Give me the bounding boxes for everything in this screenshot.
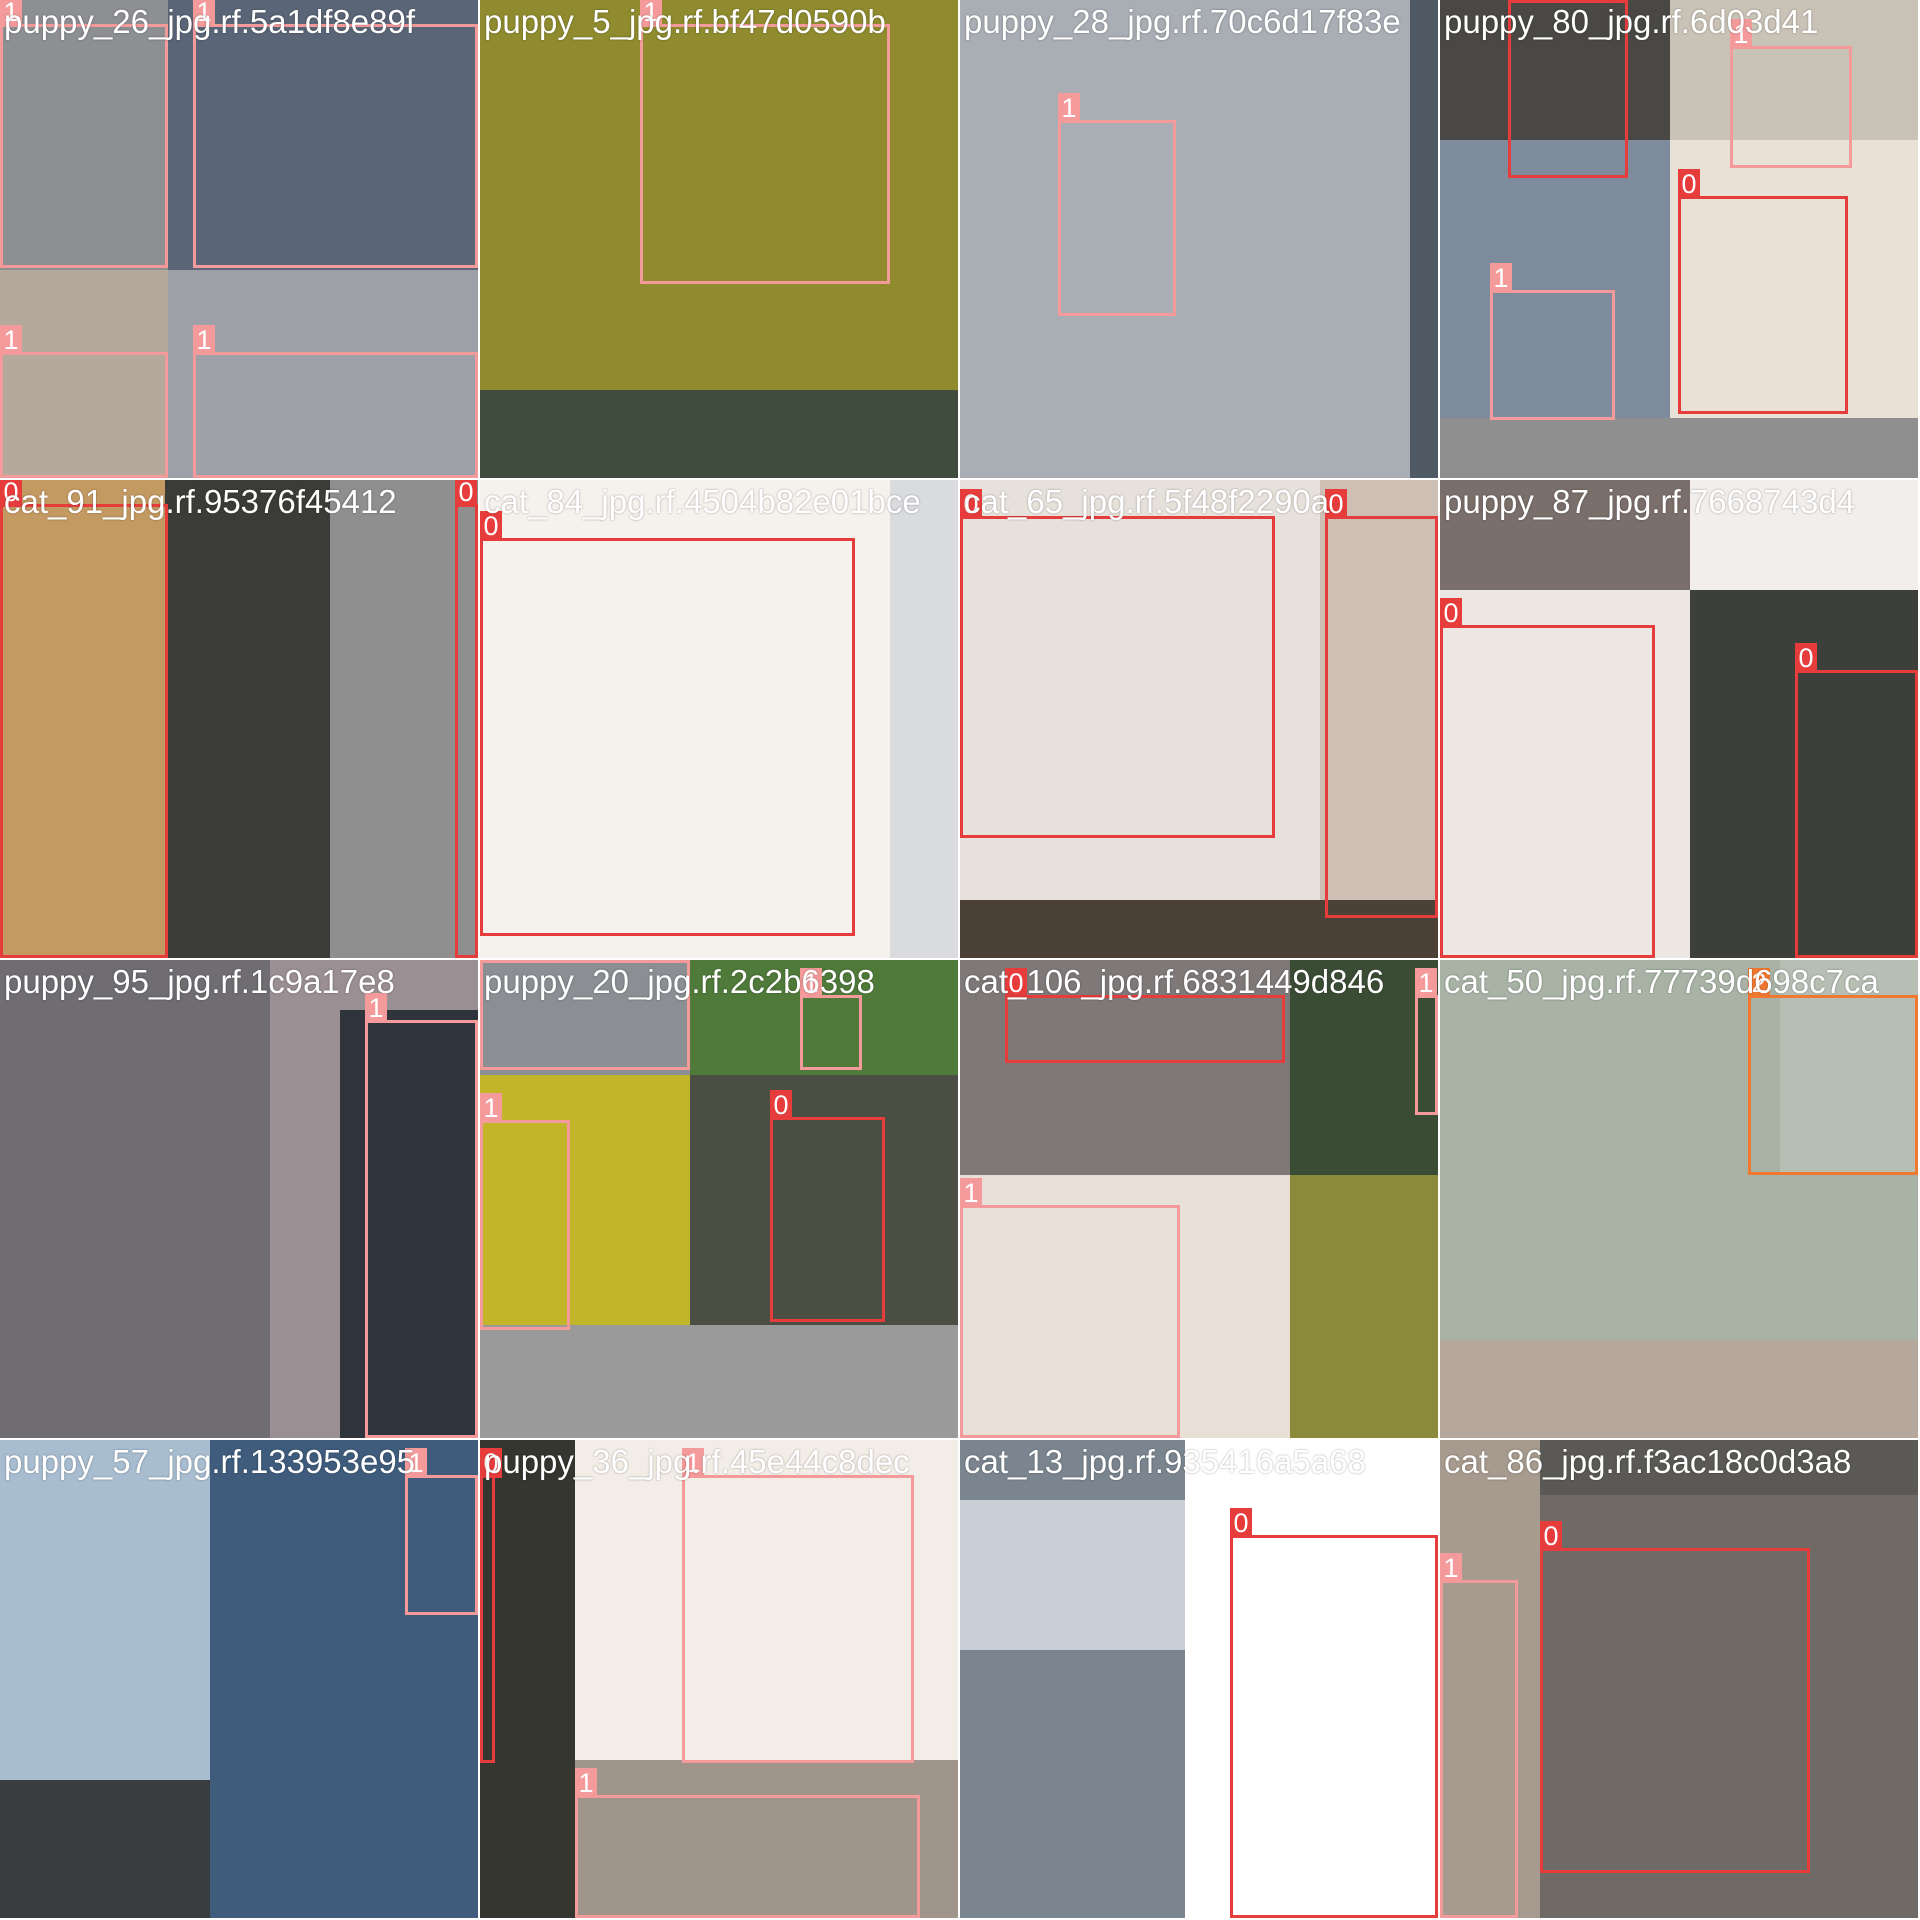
class-label: 0 [770, 1090, 792, 1120]
bounding-box: 1 [800, 968, 862, 1070]
class-label: 0 [1540, 1521, 1562, 1551]
image-region [960, 0, 1410, 478]
training-batch-mosaic: 1 1 1 1 puppy_26_jpg.rf.5a1df8e89f 1 puppy_5_j… [0, 0, 1920, 1920]
bounding-box: 0 [0, 480, 168, 958]
mosaic-tile: 0 1 1 puppy_36_jpg.rf.45e44c8dec [480, 1440, 958, 1918]
bounding-box: 0 [1440, 598, 1655, 958]
mosaic-tile: 1110puppy_20_jpg.rf.2c2b6398 [480, 960, 958, 1438]
bounding-box: 1 [960, 1178, 1180, 1438]
image-region [0, 960, 270, 1438]
image-filename-caption: cat_50_jpg.rf.77739d698c7ca [1444, 963, 1879, 1000]
bounding-box: 1 [193, 0, 478, 268]
bounding-box: 1 [1440, 1553, 1518, 1918]
class-label: 1 [1490, 263, 1512, 293]
image-filename-caption: puppy_26_jpg.rf.5a1df8e89f [4, 3, 416, 40]
mosaic-tile: 1 1 1 1 puppy_26_jpg.rf.5a1df8e89f [0, 0, 478, 478]
image-filename-caption: puppy_28_jpg.rf.70c6d17f83e [964, 3, 1401, 40]
bounding-box: 1 [682, 1448, 914, 1763]
bounding-box: 0 [1230, 1508, 1438, 1918]
image-filename-caption: puppy_5_jpg.rf.bf47d0590b [484, 3, 886, 40]
bounding-box: 1 [0, 0, 168, 268]
mosaic-tile: 0 0 cat_91_jpg.rf.95376f45412 [0, 480, 478, 958]
bounding-box: 0 [455, 480, 478, 958]
image-region [480, 1325, 958, 1438]
bounding-box: 0 [1325, 489, 1438, 918]
bounding-box: 1 [1730, 19, 1852, 168]
class-label: 1 [480, 1093, 502, 1123]
class-label: 0 [1440, 598, 1462, 628]
mosaic-tile: 0 1 1 cat_106_jpg.rf.6831449d846 [960, 960, 1438, 1438]
tile-separator [0, 1438, 1920, 1440]
class-label: 1 [0, 325, 22, 355]
image-region [1290, 1175, 1438, 1438]
bounding-box: 2 [1748, 968, 1918, 1175]
image-filename-caption: cat_86_jpg.rf.f3ac18c0d3a8 [1444, 1443, 1852, 1480]
bounding-box: 1 [405, 1448, 478, 1615]
class-label: 1 [575, 1768, 597, 1798]
mosaic-tile: 1 puppy_5_jpg.rf.bf47d0590b [480, 0, 958, 478]
image-filename-caption: puppy_20_jpg.rf.2c2b6398 [484, 963, 875, 1000]
bounding-box: 0 [770, 1090, 885, 1322]
image-filename-caption: cat_91_jpg.rf.95376f45412 [4, 483, 397, 520]
image-filename-caption: puppy_87_jpg.rf.7668743d4 [1444, 483, 1856, 520]
class-label: 1 [1058, 93, 1080, 123]
bounding-box: 0 [1540, 1521, 1810, 1873]
tile-separator [958, 0, 960, 1920]
image-filename-caption: cat_13_jpg.rf.935416a5a68 [964, 1443, 1366, 1480]
bounding-box: 1 [1415, 968, 1438, 1115]
image-filename-caption: cat_84_jpg.rf.4504b82e01bce [484, 483, 921, 520]
image-filename-caption: cat_65_jpg.rf.5f48f2290a [964, 483, 1330, 520]
bounding-box: 1 [1490, 263, 1615, 420]
tile-separator [478, 0, 480, 1920]
class-label: 0 [1678, 169, 1700, 199]
mosaic-tile: 0110puppy_80_jpg.rf.6d03d41 [1440, 0, 1918, 478]
bounding-box: 1 [0, 325, 168, 478]
tile-separator [0, 958, 1920, 960]
image-region [960, 1500, 1185, 1650]
mosaic-tile: 0 cat_13_jpg.rf.935416a5a68 [960, 1440, 1438, 1918]
mosaic-tile: 0 0 puppy_87_jpg.rf.7668743d4 [1440, 480, 1918, 958]
class-label: 1 [193, 325, 215, 355]
image-filename-caption: puppy_36_jpg.rf.45e44c8dec [484, 1443, 910, 1480]
class-label: 1 [960, 1178, 982, 1208]
mosaic-tile: 2 cat_50_jpg.rf.77739d698c7ca [1440, 960, 1918, 1438]
class-label: 0 [1230, 1508, 1252, 1538]
mosaic-tile: 1 puppy_28_jpg.rf.70c6d17f83e [960, 0, 1438, 478]
image-region [480, 390, 958, 478]
mosaic-tile: 0 0 cat_65_jpg.rf.5f48f2290a [960, 480, 1438, 958]
bounding-box: 1 [193, 325, 478, 478]
bounding-box: 1 [640, 0, 890, 284]
bounding-box: 0 [960, 489, 1275, 838]
bounding-box: 0 [480, 511, 855, 936]
mosaic-tile: 0 cat_84_jpg.rf.4504b82e01bce [480, 480, 958, 958]
image-filename-caption: puppy_57_jpg.rf.133953e95 [4, 1443, 416, 1480]
image-filename-caption: puppy_80_jpg.rf.6d03d41 [1444, 3, 1819, 40]
image-filename-caption: cat_106_jpg.rf.6831449d846 [964, 963, 1385, 1000]
bounding-box: 0 [480, 1448, 502, 1763]
bounding-box: 1 [365, 993, 478, 1438]
class-label: 0 [1795, 643, 1817, 673]
mosaic-tile: 1 puppy_95_jpg.rf.1c9a17e8 [0, 960, 478, 1438]
bounding-box: 0 [1795, 643, 1918, 958]
image-region [1410, 0, 1438, 478]
image-region [890, 480, 958, 958]
bounding-box: 1 [1058, 93, 1176, 316]
class-label: 1 [1415, 968, 1437, 998]
mosaic-tile: 1 0 cat_86_jpg.rf.f3ac18c0d3a8 [1440, 1440, 1918, 1918]
bounding-box: 1 [575, 1768, 920, 1918]
bounding-box: 0 [1678, 169, 1848, 414]
image-region [0, 1780, 210, 1918]
image-region [1440, 1340, 1918, 1438]
class-label: 1 [1440, 1553, 1462, 1583]
class-label: 0 [455, 480, 477, 507]
bounding-box: 1 [480, 1093, 570, 1330]
bounding-box: 0 [1005, 968, 1285, 1063]
image-filename-caption: puppy_95_jpg.rf.1c9a17e8 [4, 963, 395, 1000]
tile-separator [0, 478, 1920, 480]
mosaic-tile: 1 puppy_57_jpg.rf.133953e95 [0, 1440, 478, 1918]
tile-separator [1438, 0, 1440, 1920]
